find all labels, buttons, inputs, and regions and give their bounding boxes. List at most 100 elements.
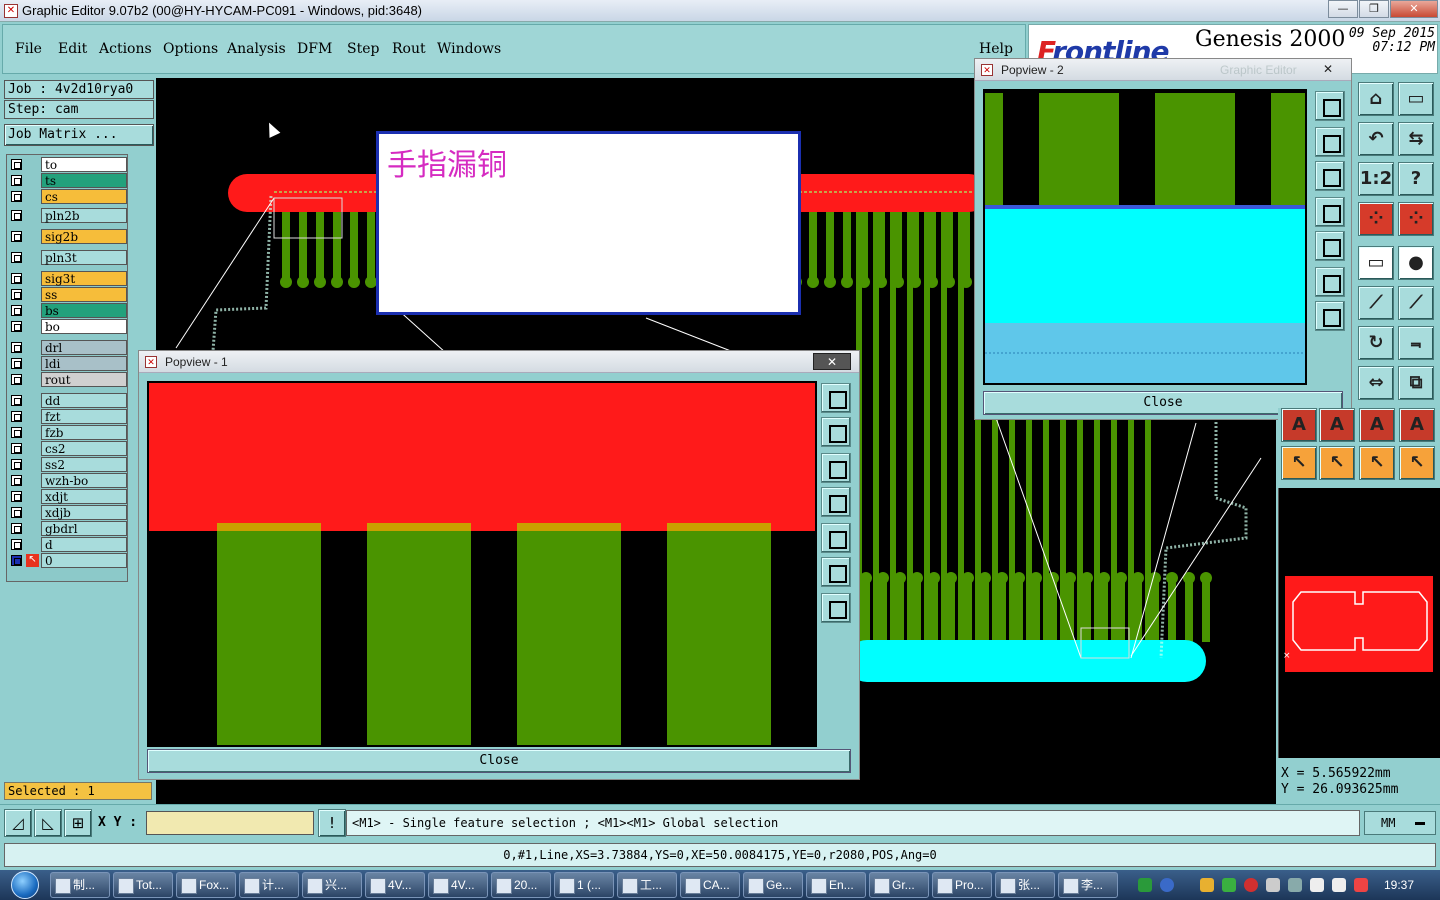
menu-edit[interactable]: Edit xyxy=(58,41,87,57)
grid-icon[interactable]: ⊞ xyxy=(64,809,92,837)
layer-row-sig3t[interactable]: sig3t xyxy=(7,271,127,286)
layer-row-ss[interactable]: ss xyxy=(7,287,127,302)
layer-row-ts[interactable]: ts xyxy=(7,173,127,188)
menu-analysis[interactable]: Analysis xyxy=(227,41,286,57)
start-button[interactable] xyxy=(0,870,50,900)
taskbar-item[interactable]: 4V... xyxy=(428,872,488,898)
taskbar-item[interactable]: 兴... xyxy=(302,872,362,898)
layer-checkbox[interactable] xyxy=(11,175,22,186)
layer-row-wzh-bo[interactable]: wzh-bo xyxy=(7,473,127,488)
taskbar-item[interactable]: 李... xyxy=(1058,872,1118,898)
layer-row-drl[interactable]: drl xyxy=(7,340,127,355)
layers-icon[interactable]: ⧉ xyxy=(1398,366,1434,400)
tray-app-icon[interactable] xyxy=(1222,878,1236,892)
layer-checkbox[interactable] xyxy=(11,231,22,242)
swap-icon[interactable]: ⇆ xyxy=(1398,122,1434,156)
layer-row-bs[interactable]: bs xyxy=(7,303,127,318)
layer-checkbox[interactable] xyxy=(11,459,22,470)
layer-row-ldi[interactable]: ldi xyxy=(7,356,127,371)
flag-icon[interactable] xyxy=(1354,878,1368,892)
popview-1-down-button[interactable] xyxy=(821,453,851,483)
taskbar-item[interactable]: 制... xyxy=(50,872,110,898)
help-icon[interactable] xyxy=(1160,878,1174,892)
volume-icon[interactable] xyxy=(1332,878,1346,892)
layer-checkbox[interactable] xyxy=(11,427,22,438)
scale-icon[interactable]: 1:2 xyxy=(1358,162,1394,196)
minimize-button[interactable]: — xyxy=(1328,0,1358,18)
layer-checkbox[interactable] xyxy=(11,555,22,566)
popview-2-pan-button[interactable] xyxy=(1315,301,1345,331)
layer-checkbox[interactable] xyxy=(11,411,22,422)
menu-help[interactable]: Help xyxy=(979,41,1013,57)
snap-red-icon[interactable]: ⁘ xyxy=(1358,202,1394,236)
layer-checkbox[interactable] xyxy=(11,305,22,316)
layer-checkbox[interactable] xyxy=(11,159,22,170)
home-icon[interactable]: ⌂ xyxy=(1358,82,1394,116)
popview-2-down-button[interactable] xyxy=(1315,161,1345,191)
dot-icon[interactable]: ● xyxy=(1398,246,1434,280)
layer-checkbox[interactable] xyxy=(11,539,22,550)
popview-1-right-button[interactable] xyxy=(821,523,851,553)
select2-icon[interactable]: ↖ xyxy=(1319,446,1355,480)
maximize-button[interactable]: ❐ xyxy=(1359,0,1389,18)
layer-checkbox[interactable] xyxy=(11,342,22,353)
menu-dfm[interactable]: DFM xyxy=(297,41,332,57)
taskbar-item[interactable]: 工... xyxy=(617,872,677,898)
layer-checkbox[interactable] xyxy=(11,191,22,202)
text3-icon[interactable]: A xyxy=(1359,408,1395,442)
popview-2-zoom-button[interactable] xyxy=(1315,91,1345,121)
popview-2-right-button[interactable] xyxy=(1315,231,1345,261)
menu-actions[interactable]: Actions xyxy=(99,41,152,57)
line2-icon[interactable]: ⟋ xyxy=(1398,286,1434,320)
popview-1-left-button[interactable] xyxy=(821,487,851,517)
layer-checkbox[interactable] xyxy=(11,475,22,486)
popview-2-up-button[interactable] xyxy=(1315,127,1345,157)
taskbar-item[interactable]: Ge... xyxy=(743,872,803,898)
undo-icon[interactable]: ↶ xyxy=(1358,122,1394,156)
layer-checkbox[interactable] xyxy=(11,321,22,332)
layer-row-fzt[interactable]: fzt xyxy=(7,409,127,424)
layer-checkbox[interactable] xyxy=(11,374,22,385)
taskbar-item[interactable]: 4V... xyxy=(365,872,425,898)
taskbar-item[interactable]: 20... xyxy=(491,872,551,898)
snap-red2-icon[interactable]: ⁘ xyxy=(1398,202,1434,236)
popview-1-pan-button[interactable] xyxy=(821,593,851,623)
menu-windows[interactable]: Windows xyxy=(437,41,501,57)
layer-checkbox[interactable] xyxy=(11,289,22,300)
tray-app-icon[interactable] xyxy=(1244,878,1258,892)
text4-icon[interactable]: A xyxy=(1399,408,1435,442)
popview-1-close-button[interactable]: Close xyxy=(147,749,851,773)
layer-checkbox[interactable] xyxy=(11,210,22,221)
layer-checkbox[interactable] xyxy=(11,443,22,454)
select3-icon[interactable]: ↖ xyxy=(1359,446,1395,480)
popview-1-zoom-button[interactable] xyxy=(821,383,851,413)
taskbar-item[interactable]: CA... xyxy=(680,872,740,898)
popview-1-fit-button[interactable] xyxy=(821,557,851,587)
taskbar-item[interactable]: En... xyxy=(806,872,866,898)
layer-row-d[interactable]: d xyxy=(7,537,127,552)
layer-row-cs[interactable]: cs xyxy=(7,189,127,204)
layer-row-fzb[interactable]: fzb xyxy=(7,425,127,440)
measure-icon[interactable]: ◺ xyxy=(34,809,62,837)
ruler-icon[interactable]: ▭ xyxy=(1358,246,1394,280)
layer-row-sig2b[interactable]: sig2b xyxy=(7,229,127,244)
mini-map[interactable]: × xyxy=(1278,488,1440,758)
layer-checkbox[interactable] xyxy=(11,491,22,502)
select-icon[interactable]: ↖ xyxy=(1281,446,1317,480)
units-selector[interactable]: MM xyxy=(1364,811,1436,835)
text-icon[interactable]: A xyxy=(1281,408,1317,442)
layer-row-ss2[interactable]: ss2 xyxy=(7,457,127,472)
measure-icon[interactable]: ⇔ xyxy=(1358,366,1394,400)
layer-checkbox[interactable] xyxy=(11,507,22,518)
rotate-icon[interactable]: ↻ xyxy=(1358,326,1394,360)
menu-rout[interactable]: Rout xyxy=(392,41,426,57)
network-icon[interactable] xyxy=(1310,878,1324,892)
warning-icon[interactable]: ! xyxy=(318,809,346,837)
job-matrix-button[interactable]: Job Matrix ... xyxy=(4,124,154,146)
taskbar-item[interactable]: 1 (... xyxy=(554,872,614,898)
taskbar-item[interactable]: 张... xyxy=(995,872,1055,898)
popview-2-close-icon[interactable]: ✕ xyxy=(1309,61,1347,78)
layer-checkbox[interactable] xyxy=(11,273,22,284)
close-window-button[interactable]: ✕ xyxy=(1390,0,1438,18)
menu-file[interactable]: File xyxy=(15,41,42,57)
